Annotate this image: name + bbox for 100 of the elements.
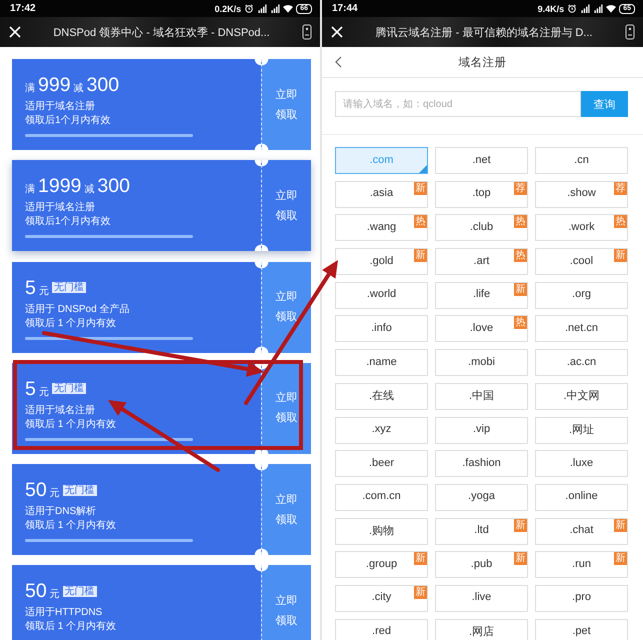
domain-badge: 荐 — [514, 182, 527, 195]
threshold-value: 999 — [38, 73, 71, 97]
phone-icon[interactable] — [625, 24, 635, 40]
domain-badge: 热 — [614, 215, 627, 228]
domain-option[interactable]: .show 荐 — [535, 180, 628, 208]
domain-option[interactable]: .chat 新 — [535, 518, 628, 545]
discount-label: 减 — [84, 182, 94, 198]
domain-option[interactable]: .info — [335, 315, 428, 342]
domain-option[interactable]: .pet — [535, 618, 628, 640]
domain-option[interactable]: .vip — [435, 416, 528, 444]
header-title: 域名注册 — [458, 55, 508, 70]
domain-option[interactable]: .net.cn — [535, 315, 628, 342]
domain-badge: 热 — [414, 215, 427, 228]
signal-icon — [257, 4, 268, 13]
domain-option[interactable]: .love 热 — [435, 315, 528, 342]
amount-value: 50 — [25, 579, 47, 604]
domain-option[interactable]: .art 热 — [435, 248, 528, 276]
claim-button[interactable]: 立即领取 — [261, 160, 311, 252]
amount-value: 5 — [25, 376, 36, 401]
domain-option[interactable]: .ac.cn — [535, 349, 628, 376]
domain-option[interactable]: .网店 — [435, 618, 528, 640]
domain-option[interactable]: .life 新 — [435, 282, 528, 309]
back-icon[interactable] — [335, 56, 342, 68]
domain-option[interactable]: .world — [335, 282, 428, 309]
domain-badge: 热 — [514, 215, 527, 228]
close-icon[interactable] — [9, 26, 21, 38]
domain-badge: 新 — [614, 552, 627, 566]
domain-option[interactable]: .cool 新 — [535, 248, 628, 276]
coupon-scope: 适用于DNS解析 — [25, 505, 98, 520]
coupon-scope: 适用于HTTPDNS — [25, 606, 104, 620]
domain-option[interactable]: .pro — [535, 584, 628, 612]
domain-option[interactable]: .购物 — [335, 518, 428, 545]
network-speed: 0.2K/s — [214, 4, 242, 14]
alarm-clock-icon — [244, 4, 254, 13]
domain-option[interactable]: .中文网 — [535, 382, 628, 410]
selected-corner-icon — [419, 165, 427, 173]
domain-option[interactable]: .net — [435, 147, 528, 174]
amount-value: 50 — [25, 478, 47, 502]
domain-option[interactable]: .mobi — [435, 349, 528, 376]
coupon-validity: 领取后 1 个月内有效 — [25, 519, 118, 534]
domain-option[interactable]: .在线 — [335, 382, 428, 410]
domain-option[interactable]: .pub 新 — [435, 551, 528, 578]
domain-option[interactable]: .run 新 — [535, 551, 628, 578]
domain-option[interactable]: .luxe — [535, 450, 628, 478]
currency-unit: 元 — [38, 386, 49, 400]
domain-option[interactable]: .xyz — [335, 416, 428, 444]
coupon-scope: 适用于域名注册 — [25, 201, 96, 216]
domain-badge: 新 — [414, 552, 427, 566]
domain-option[interactable]: .top 荐 — [435, 180, 528, 208]
condition-label: 满 — [25, 182, 35, 198]
signal-icon — [580, 4, 590, 13]
status-time: 17:42 — [10, 3, 36, 14]
domain-option[interactable]: .asia 新 — [335, 180, 428, 208]
coupon-validity: 领取后1个月内有效 — [25, 114, 112, 128]
coupon-tag: 无门槛 — [52, 282, 86, 294]
domain-badge: 新 — [614, 518, 627, 532]
domain-option[interactable]: .online — [535, 484, 628, 511]
coupon-scope: 适用于域名注册 — [25, 100, 96, 114]
domain-option[interactable]: .beer — [335, 450, 428, 478]
page-title: DNSPod 领券中心 - 域名狂欢季 - DNSPod... — [52, 26, 271, 40]
signal-icon — [593, 4, 604, 13]
threshold-value: 1999 — [38, 174, 82, 198]
status-time: 17:44 — [332, 3, 358, 14]
phone-icon[interactable] — [302, 24, 312, 40]
search-field[interactable]: 请输入域名，如：qcloud — [335, 91, 581, 117]
domain-option[interactable]: .club 热 — [435, 214, 528, 242]
coupon-validity: 领取后 1 个月内有效 — [25, 316, 118, 331]
domain-badge: 新 — [614, 249, 627, 262]
domain-option[interactable]: .网址 — [535, 416, 628, 444]
domain-option[interactable]: .com.cn — [335, 484, 428, 511]
domain-badge: 热 — [514, 249, 527, 262]
domain-option[interactable]: .cn — [535, 147, 628, 174]
domain-badge: 新 — [414, 182, 427, 195]
domain-option[interactable]: .live — [435, 584, 528, 612]
domain-option[interactable]: .yoga — [435, 484, 528, 511]
amount-value: 5 — [25, 276, 36, 300]
domain-option[interactable]: .work 热 — [535, 214, 628, 242]
domain-badge: 荐 — [614, 182, 627, 195]
close-icon[interactable] — [331, 26, 343, 38]
domain-option[interactable]: .red — [335, 618, 428, 640]
coupon-tag: 无门槛 — [52, 383, 86, 394]
currency-unit: 元 — [50, 487, 60, 502]
discount-value: 300 — [97, 174, 130, 198]
domain-option[interactable]: .fashion — [435, 450, 528, 478]
domain-option[interactable]: .org — [535, 282, 628, 309]
wifi-icon — [283, 4, 294, 13]
domain-option[interactable]: .ltd 新 — [435, 518, 528, 545]
domain-option[interactable]: .city 新 — [335, 584, 428, 612]
coupon-tag: 无门槛 — [62, 586, 97, 597]
domain-option[interactable]: .name — [335, 349, 428, 376]
domain-badge: 新 — [414, 249, 427, 262]
wifi-icon — [606, 4, 616, 13]
domain-option[interactable]: .group 新 — [335, 551, 428, 578]
coupon-validity: 领取后 1 个月内有效 — [25, 620, 118, 634]
domain-option[interactable]: .中国 — [435, 382, 528, 410]
coupon-scope: 适用于域名注册 — [25, 404, 96, 418]
domain-option[interactable]: .gold 新 — [335, 248, 428, 276]
currency-unit: 元 — [38, 284, 49, 299]
domain-option[interactable]: .wang 热 — [335, 214, 428, 242]
coupon-validity: 领取后1个月内有效 — [25, 215, 112, 230]
